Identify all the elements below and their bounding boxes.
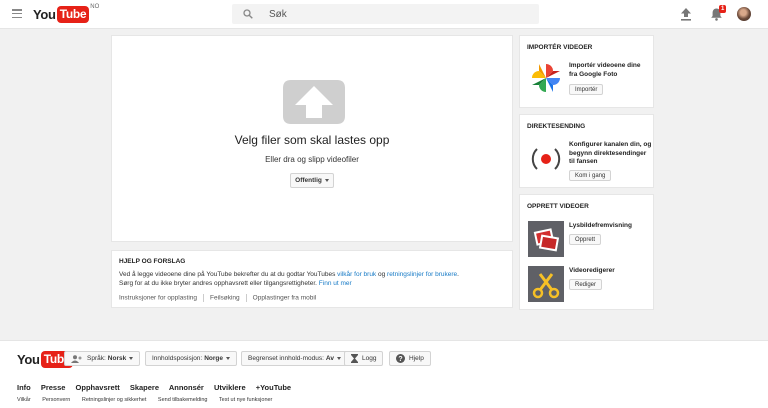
footer-link-test-features[interactable]: Test ut nye funksjoner <box>219 397 273 403</box>
import-text: Importér videoene dine fra Google Foto <box>569 62 641 78</box>
get-started-button[interactable]: Kom i gang <box>569 170 612 181</box>
youtube-logo[interactable]: You Tube NO <box>33 4 99 23</box>
svg-text:?: ? <box>398 356 402 363</box>
restricted-mode-dropdown[interactable]: Begrenset innhold-modus: Av <box>241 351 348 366</box>
chevron-down-icon <box>336 357 341 360</box>
upload-panel: Velg filer som skal lastes opp Eller dra… <box>111 35 513 242</box>
help-title: HJELP OG FORSLAG <box>119 258 186 265</box>
footer-link-press[interactable]: Presse <box>41 383 66 392</box>
import-button[interactable]: Importér <box>569 84 604 95</box>
footer: You Tube Språk: Norsk Innholdsposisjon: No… <box>0 340 768 408</box>
live-text: Konfigurer kanalen din, og begynn direkt… <box>569 141 652 165</box>
chevron-down-icon <box>226 357 231 360</box>
hourglass-icon <box>351 354 358 363</box>
help-links: Instruksjoner for opplasting Feilsøking Op… <box>119 294 316 302</box>
search-icon[interactable] <box>243 9 253 19</box>
import-title: IMPORTÉR VIDEOER <box>527 44 593 51</box>
slideshow-label: Lysbildefremvisning <box>569 222 632 229</box>
footer-link-advertise[interactable]: Annonsér <box>169 383 204 392</box>
location-dropdown[interactable]: Innholdsposisjon: Norge <box>145 351 238 366</box>
search-input[interactable]: Søk <box>232 4 539 24</box>
footer-link-creators[interactable]: Skapere <box>130 383 159 392</box>
slideshow-icon <box>528 221 564 257</box>
menu-icon[interactable] <box>12 9 22 19</box>
live-panel: DIREKTESENDING Konfigurer kanalen din, o… <box>519 114 654 188</box>
scissors-icon <box>528 266 564 302</box>
chevron-down-icon <box>129 357 134 360</box>
footer-link-copyright[interactable]: Opphavsrett <box>76 383 120 392</box>
create-title: OPPRETT VIDEOER <box>527 203 589 210</box>
footer-link-info[interactable]: Info <box>17 383 31 392</box>
terms-text: Ved å legge videoene dine på YouTube bek… <box>119 271 459 278</box>
learn-more-link[interactable]: Finn ut mer <box>319 280 352 287</box>
search-placeholder: Søk <box>269 9 287 20</box>
footer-link-terms[interactable]: Vilkår <box>17 397 31 403</box>
user-icon <box>71 354 82 363</box>
create-slideshow-button[interactable]: Opprett <box>569 234 602 245</box>
chevron-down-icon <box>324 179 329 182</box>
help-panel: HJELP OG FORSLAG Ved å legge videoene di… <box>111 250 513 308</box>
divider <box>203 294 205 302</box>
footer-link-feedback[interactable]: Send tilbakemelding <box>158 397 208 403</box>
upload-icon[interactable] <box>680 8 692 21</box>
guidelines-link[interactable]: retningslinjer for brukere <box>387 271 457 278</box>
privacy-dropdown[interactable]: Offentlig <box>290 173 334 188</box>
import-panel: IMPORTÉR VIDEOER Importér videoene dine … <box>519 35 654 108</box>
footer-link-plus-youtube[interactable]: +YouTube <box>256 383 291 392</box>
google-photos-icon <box>532 64 560 92</box>
editor-label: Videoredigerer <box>569 267 615 274</box>
create-panel: OPPRETT VIDEOER Lysbildefremvisning Oppr… <box>519 194 654 310</box>
footer-link-policy-safety[interactable]: Retningslinjer og sikkerhet <box>82 397 147 403</box>
troubleshooting-link[interactable]: Feilsøking <box>210 295 240 302</box>
edit-video-button[interactable]: Rediger <box>569 279 603 290</box>
live-title: DIREKTESENDING <box>527 123 586 130</box>
footer-link-developers[interactable]: Utviklere <box>214 383 246 392</box>
masthead: You Tube NO Søk 1 <box>0 0 768 29</box>
live-broadcast-icon <box>531 148 561 170</box>
mobile-uploads-link[interactable]: Opplastinger fra mobil <box>253 295 317 302</box>
terms-link[interactable]: vilkår for bruk <box>337 271 376 278</box>
question-icon: ? <box>396 354 405 363</box>
divider <box>245 294 247 302</box>
footer-nav: Info Presse Opphavsrett Skapere Annonsér… <box>17 383 299 392</box>
footer-subnav: Vilkår Personvern Retningslinjer og sikk… <box>17 397 282 403</box>
footer-link-privacy[interactable]: Personvern <box>42 397 70 403</box>
history-button[interactable]: Logg <box>344 351 384 366</box>
upload-title[interactable]: Velg filer som skal lastes opp <box>112 133 512 147</box>
cloud-upload-icon[interactable] <box>281 78 347 126</box>
avatar[interactable] <box>737 7 751 21</box>
upload-instructions-link[interactable]: Instruksjoner for opplasting <box>119 295 197 302</box>
notification-badge: 1 <box>719 5 727 13</box>
help-button[interactable]: ? Hjelp <box>389 351 431 366</box>
upload-subtitle: Eller dra og slipp videofiler <box>265 155 359 164</box>
copyright-text: Sørg for at du ikke bryter andres opphav… <box>119 280 352 287</box>
language-dropdown[interactable]: Språk: Norsk <box>64 351 141 366</box>
